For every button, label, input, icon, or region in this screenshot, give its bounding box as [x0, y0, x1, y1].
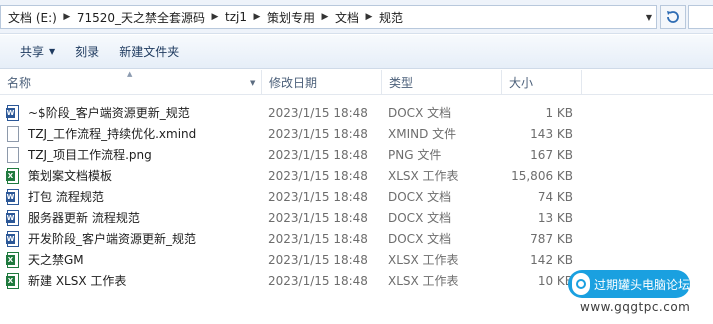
column-type[interactable]: 类型 [382, 70, 502, 95]
docx-file-icon: W [6, 188, 20, 205]
column-type-label: 类型 [389, 76, 414, 90]
breadcrumb-separator-icon[interactable]: ▶ [362, 12, 376, 22]
breadcrumb-separator-icon[interactable]: ▶ [60, 12, 74, 22]
address-bar-row: 文档 (E:) ▶ 71520_天之禁全套源码 ▶ tzj1 ▶ 策划专用 ▶ … [0, 0, 713, 34]
file-modified: 2023/1/15 18:48 [268, 105, 368, 120]
file-size: 74 KB [537, 189, 573, 204]
breadcrumb-documents[interactable]: 文档 [332, 9, 362, 26]
file-size: 15,806 KB [511, 168, 573, 183]
burn-label: 刻录 [75, 45, 100, 59]
file-type: DOCX 文档 [388, 106, 452, 120]
breadcrumb-source-folder[interactable]: 71520_天之禁全套源码 [74, 9, 208, 26]
xlsx-file-icon: X [6, 167, 20, 184]
breadcrumb-standards[interactable]: 规范 [376, 9, 406, 26]
file-size: 13 KB [537, 210, 573, 225]
breadcrumb-separator-icon[interactable]: ▶ [318, 12, 332, 22]
column-filter-chevron-down-icon[interactable]: ▼ [250, 79, 255, 87]
file-modified: 2023/1/15 18:48 [268, 189, 368, 204]
file-type: DOCX 文档 [388, 190, 452, 204]
file-modified: 2023/1/15 18:48 [268, 252, 368, 267]
breadcrumb-planning[interactable]: 策划专用 [264, 9, 318, 26]
file-modified: 2023/1/15 18:48 [268, 231, 368, 246]
breadcrumb-separator-icon[interactable]: ▶ [208, 12, 222, 22]
file-size: 143 KB [530, 126, 573, 141]
file-name: 服务器更新 流程规范 [28, 211, 140, 225]
file-row[interactable]: X 策划案文档模板 2023/1/15 18:48 XLSX 工作表 15,80… [0, 165, 713, 186]
column-modified-label: 修改日期 [269, 76, 318, 90]
refresh-button[interactable] [660, 5, 686, 29]
address-bar[interactable]: 文档 (E:) ▶ 71520_天之禁全套源码 ▶ tzj1 ▶ 策划专用 ▶ … [0, 5, 657, 29]
file-name: ~$阶段_客户端资源更新_规范 [28, 106, 190, 120]
column-size[interactable]: 大小 [502, 70, 582, 95]
burn-button[interactable]: 刻录 [65, 39, 109, 65]
file-row[interactable]: TZJ_项目工作流程.png 2023/1/15 18:48 PNG 文件 16… [0, 144, 713, 165]
breadcrumb-separator-icon[interactable]: ▶ [250, 12, 264, 22]
file-name: TZJ_项目工作流程.png [28, 148, 152, 162]
file-size: 1 KB [545, 105, 573, 120]
file-name: 天之禁GM [28, 253, 84, 267]
xlsx-file-icon: X [6, 251, 20, 268]
column-name[interactable]: 名称 ▼ [0, 70, 262, 95]
file-name: 新建 XLSX 工作表 [28, 274, 127, 288]
xlsx-file-icon: X [6, 272, 20, 289]
share-label: 共享 [20, 45, 45, 59]
search-input[interactable] [688, 5, 713, 29]
generic-file-icon [6, 125, 20, 142]
docx-file-icon: W [6, 104, 20, 121]
address-history-chevron-down-icon[interactable]: ▼ [641, 5, 657, 29]
file-type: XLSX 工作表 [388, 274, 459, 288]
file-type: XMIND 文件 [388, 127, 457, 141]
file-type: DOCX 文档 [388, 211, 452, 225]
new-folder-label: 新建文件夹 [119, 45, 180, 59]
watermark-url: www.gqgtpc.com [580, 300, 691, 314]
file-type: XLSX 工作表 [388, 253, 459, 267]
file-type: XLSX 工作表 [388, 169, 459, 183]
refresh-icon [667, 11, 679, 23]
command-toolbar: 共享 ▼ 刻录 新建文件夹 [0, 35, 713, 69]
file-name: 开发阶段_客户端资源更新_规范 [28, 232, 197, 246]
file-size: 142 KB [530, 252, 573, 267]
docx-file-icon: W [6, 209, 20, 226]
column-modified[interactable]: 修改日期 [262, 70, 382, 95]
watermark-badge: 过期罐头电脑论坛 [568, 270, 690, 298]
file-modified: 2023/1/15 18:48 [268, 168, 368, 183]
file-row[interactable]: W ~$阶段_客户端资源更新_规范 2023/1/15 18:48 DOCX 文… [0, 102, 713, 123]
file-row[interactable]: X 天之禁GM 2023/1/15 18:48 XLSX 工作表 142 KB [0, 249, 713, 270]
file-name: 策划案文档模板 [28, 169, 113, 183]
file-modified: 2023/1/15 18:48 [268, 210, 368, 225]
column-name-label: 名称 [7, 76, 32, 90]
new-folder-button[interactable]: 新建文件夹 [109, 39, 189, 65]
file-type: DOCX 文档 [388, 232, 452, 246]
file-row[interactable]: W 服务器更新 流程规范 2023/1/15 18:48 DOCX 文档 13 … [0, 207, 713, 228]
breadcrumb-tzj1[interactable]: tzj1 [222, 10, 250, 24]
file-size: 10 KB [537, 273, 573, 288]
file-modified: 2023/1/15 18:48 [268, 273, 368, 288]
watermark-text: 过期罐头电脑论坛 [593, 277, 690, 292]
file-size: 787 KB [530, 231, 573, 246]
watermark-logo-icon [572, 273, 590, 295]
file-name: TZJ_工作流程_持续优化.xmind [28, 127, 197, 141]
column-header: ▲ 名称 ▼ 修改日期 类型 大小 [0, 70, 713, 95]
docx-file-icon: W [6, 230, 20, 247]
file-size: 167 KB [530, 147, 573, 162]
file-type: PNG 文件 [388, 148, 442, 162]
file-name: 打包 流程规范 [28, 190, 104, 204]
generic-file-icon [6, 146, 20, 163]
file-modified: 2023/1/15 18:48 [268, 126, 368, 141]
share-button[interactable]: 共享 ▼ [10, 39, 65, 65]
column-size-label: 大小 [509, 76, 534, 90]
file-row[interactable]: W 开发阶段_客户端资源更新_规范 2023/1/15 18:48 DOCX 文… [0, 228, 713, 249]
breadcrumb-drive[interactable]: 文档 (E:) [5, 9, 60, 26]
file-row[interactable]: W 打包 流程规范 2023/1/15 18:48 DOCX 文档 74 KB [0, 186, 713, 207]
chevron-down-icon: ▼ [49, 47, 56, 56]
file-modified: 2023/1/15 18:48 [268, 147, 368, 162]
file-row[interactable]: TZJ_工作流程_持续优化.xmind 2023/1/15 18:48 XMIN… [0, 123, 713, 144]
